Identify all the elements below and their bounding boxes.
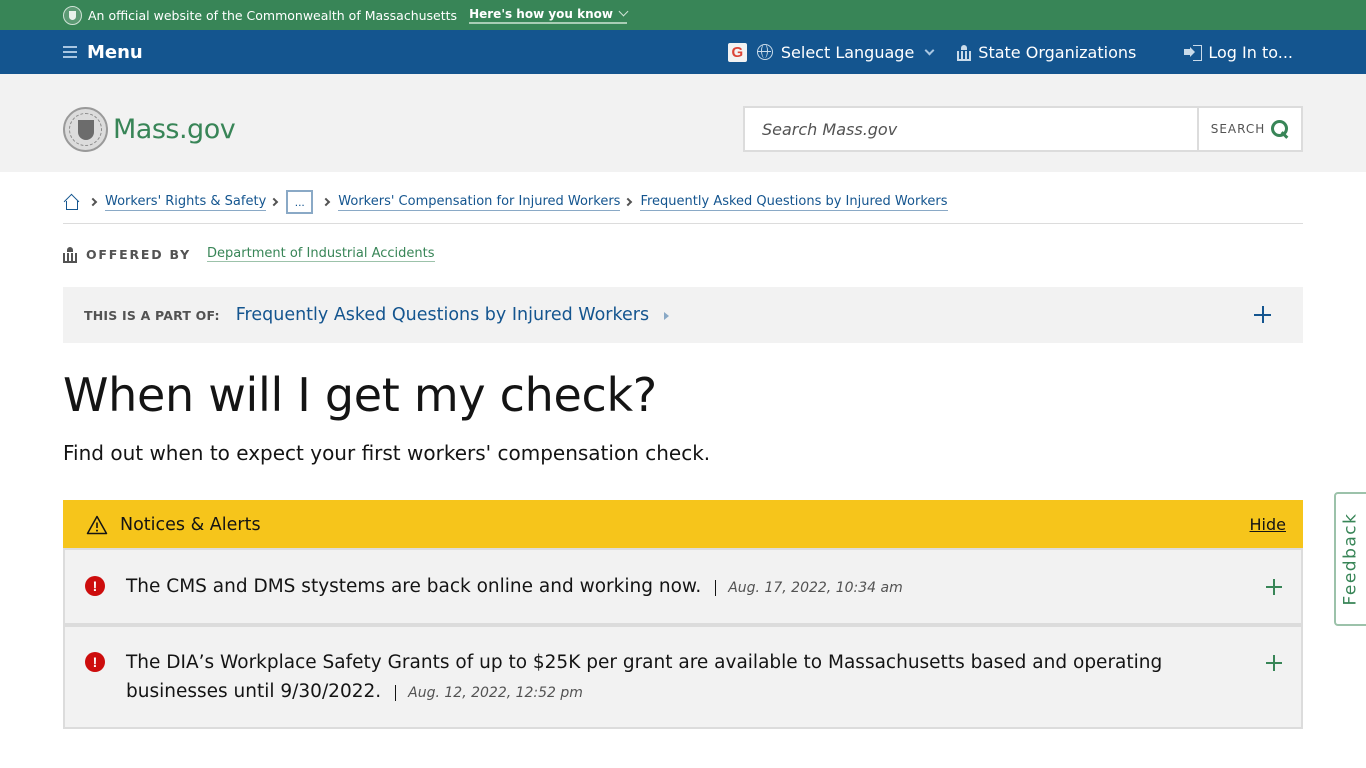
menu-button[interactable]: Menu <box>63 30 143 74</box>
chevron-down-icon <box>924 45 935 55</box>
alert-item[interactable]: ! The DIA’s Workplace Safety Grants of u… <box>63 625 1303 729</box>
building-icon <box>63 246 77 263</box>
home-icon[interactable] <box>63 195 79 210</box>
expand-plus-icon[interactable] <box>1266 579 1282 595</box>
alert-text: The CMS and DMS stystems are back online… <box>126 572 1226 603</box>
select-language-dropdown[interactable]: Select Language <box>781 43 914 62</box>
offered-by-label: OFFERED BY <box>86 246 192 262</box>
alert-exclamation-icon: ! <box>85 576 105 596</box>
breadcrumb-faq[interactable]: Frequently Asked Questions by Injured Wo… <box>640 194 948 211</box>
warning-icon <box>86 515 108 535</box>
notices-alerts-title: Notices & Alerts <box>120 515 261 535</box>
part-of-link[interactable]: Frequently Asked Questions by Injured Wo… <box>236 305 669 325</box>
part-of-label: THIS IS A PART OF: <box>84 307 220 323</box>
mass-gov-logo-link[interactable]: Mass.gov <box>63 107 236 152</box>
part-of-link-text: Frequently Asked Questions by Injured Wo… <box>235 305 650 325</box>
alert-exclamation-icon: ! <box>85 652 105 672</box>
chevron-down-icon <box>618 6 629 17</box>
login-icon <box>1184 44 1203 61</box>
breadcrumb-divider <box>63 223 1303 224</box>
notices-alerts-header: Notices & Alerts Hide <box>63 500 1303 550</box>
chevron-right-icon <box>88 197 98 207</box>
state-organizations-button[interactable]: State Organizations <box>978 43 1136 62</box>
utility-nav: Menu G Select Language State Organizatio… <box>0 30 1366 74</box>
official-banner: An official website of the Commonwealth … <box>0 0 1366 30</box>
alert-item[interactable]: ! The CMS and DMS stystems are back onli… <box>63 548 1303 625</box>
feedback-label: Feedback <box>1340 512 1360 606</box>
search-button[interactable]: SEARCH <box>1197 108 1301 150</box>
state-seal-icon <box>63 107 108 152</box>
building-icon <box>957 44 972 61</box>
hide-alerts-button[interactable]: Hide <box>1250 515 1286 534</box>
page-title: When will I get my check? <box>63 368 657 422</box>
expand-plus-icon[interactable] <box>1254 306 1271 323</box>
chevron-right-icon <box>624 197 633 207</box>
offered-by: OFFERED BY Department of Industrial Acci… <box>63 246 435 263</box>
globe-icon <box>756 44 773 60</box>
google-translate-icon: G <box>727 42 747 62</box>
feedback-tab[interactable]: Feedback <box>1334 492 1366 626</box>
search-button-label: SEARCH <box>1210 122 1266 136</box>
arrow-right-icon <box>663 312 669 320</box>
how-you-know-toggle[interactable]: Here's how you know <box>469 6 629 24</box>
breadcrumb-expand-button[interactable]: ... <box>286 190 314 214</box>
site-header: Mass.gov SEARCH <box>0 74 1366 172</box>
alert-date: Aug. 17, 2022, 10:34 am <box>715 580 903 596</box>
state-seal-icon <box>63 5 82 25</box>
menu-label: Menu <box>87 41 143 63</box>
alert-message: The CMS and DMS stystems are back online… <box>126 576 702 597</box>
search-icon <box>1271 120 1289 138</box>
breadcrumb: Workers' Rights & Safety ... Workers' Co… <box>63 190 948 214</box>
alert-text: The DIA’s Workplace Safety Grants of up … <box>126 648 1226 708</box>
alert-date: Aug. 12, 2022, 12:52 pm <box>395 685 583 701</box>
how-you-know-label: Here's how you know <box>469 6 614 21</box>
official-banner-text: An official website of the Commonwealth … <box>88 7 458 23</box>
part-of-banner: THIS IS A PART OF: Frequently Asked Ques… <box>63 287 1303 343</box>
breadcrumb-workers-compensation[interactable]: Workers' Compensation for Injured Worker… <box>338 194 621 211</box>
breadcrumb-workers-rights[interactable]: Workers' Rights & Safety <box>105 194 267 211</box>
search-form: SEARCH <box>743 106 1303 152</box>
hamburger-icon <box>63 46 77 58</box>
log-in-button[interactable]: Log In to... <box>1208 43 1293 62</box>
logo-text: Mass.gov <box>113 114 236 145</box>
alert-message: The DIA’s Workplace Safety Grants of up … <box>126 652 1163 702</box>
nav-right-group: G Select Language State Organizations Lo… <box>727 30 1293 74</box>
chevron-right-icon <box>270 197 279 207</box>
chevron-right-icon <box>322 197 331 207</box>
page-subtitle: Find out when to expect your first worke… <box>63 441 711 465</box>
expand-plus-icon[interactable] <box>1266 655 1282 671</box>
organization-link[interactable]: Department of Industrial Accidents <box>207 246 435 262</box>
search-input[interactable] <box>745 108 1197 150</box>
